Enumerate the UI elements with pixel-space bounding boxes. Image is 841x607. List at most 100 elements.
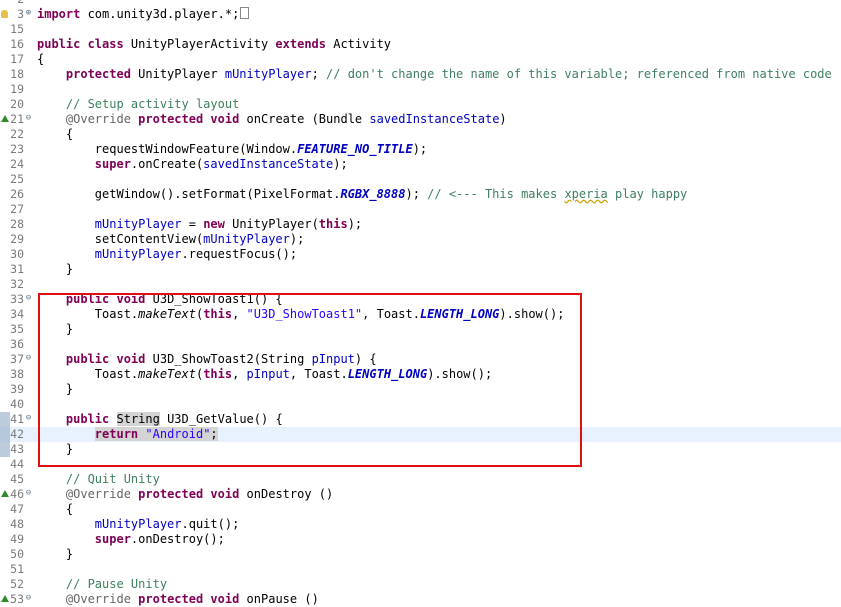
code-line[interactable]: 23 requestWindowFeature(Window.FEATURE_N… (0, 142, 841, 157)
code-token: Activity (326, 37, 392, 51)
code-token: = (181, 217, 204, 231)
code-token: U3D_ShowToast2(String (145, 352, 312, 366)
code-token: @Override (65, 112, 131, 126)
code-text[interactable]: Toast.makeText(this, pInput, Toast.LENGT… (37, 367, 492, 382)
code-line[interactable]: 25 (0, 172, 841, 187)
code-text[interactable]: } (37, 262, 73, 277)
code-line[interactable]: 35 } (0, 322, 841, 337)
code-token: , Toast. (289, 367, 348, 381)
code-line[interactable]: 38 Toast.makeText(this, pInput, Toast.LE… (0, 367, 841, 382)
code-text[interactable]: requestWindowFeature(Window.FEATURE_NO_T… (37, 142, 427, 157)
line-number: 32 (10, 277, 24, 291)
code-token: UnityPlayer (130, 67, 225, 81)
fold-collapse-icon[interactable]: ⊖ (24, 354, 33, 363)
code-line[interactable]: 37 ⊖ public void U3D_ShowToast2(String pI… (0, 352, 841, 367)
code-line[interactable]: 51 (0, 562, 841, 577)
code-text[interactable]: } (37, 382, 73, 397)
fold-collapse-icon[interactable]: ⊖ (24, 114, 33, 123)
line-number: 38 (10, 367, 24, 381)
code-text[interactable]: { (37, 502, 73, 517)
code-line[interactable]: 42 return "Android"; (0, 427, 841, 442)
code-line[interactable]: 17 { (0, 52, 841, 67)
code-text[interactable]: // Pause Unity (37, 577, 167, 592)
code-line[interactable]: 47 { (0, 502, 841, 517)
code-text[interactable]: @Override protected void onPause () (37, 592, 319, 607)
code-text[interactable]: Toast.makeText(this, "U3D_ShowToast1", T… (37, 307, 565, 322)
code-text[interactable]: public class UnityPlayerActivity extends… (37, 37, 391, 52)
code-line[interactable]: 41 ⊖ public String U3D_GetValue() { (0, 412, 841, 427)
fold-collapse-icon[interactable]: ⊖ (24, 294, 33, 303)
code-line[interactable]: 46 ⊖ @Override protected void onDestroy (… (0, 487, 841, 502)
code-text[interactable]: import com.unity3d.player.*; (37, 7, 250, 22)
code-token: onPause () (239, 592, 319, 606)
code-token: } (37, 322, 74, 336)
code-text[interactable]: super.onCreate(savedInstanceState); (37, 157, 348, 172)
code-text[interactable]: public void U3D_ShowToast1() { (37, 292, 283, 307)
code-token: , Toast. (362, 307, 420, 321)
code-line[interactable]: 15 (0, 22, 841, 37)
line-number: 43 (10, 442, 24, 456)
fold-collapse-icon[interactable]: ⊖ (24, 489, 33, 498)
code-text[interactable]: super.onDestroy(); (37, 532, 225, 547)
collapsed-imports-box[interactable] (240, 7, 250, 19)
code-line[interactable]: 45 // Quit Unity (0, 472, 841, 487)
code-line[interactable]: 22 { (0, 127, 841, 142)
code-line[interactable]: 53 ⊖ @Override protected void onPause () (0, 592, 841, 607)
code-line[interactable]: 24 super.onCreate(savedInstanceState); (0, 157, 841, 172)
code-line[interactable]: 44 (0, 457, 841, 472)
code-text[interactable]: // Quit Unity (37, 472, 160, 487)
code-text[interactable]: getWindow().setFormat(PixelFormat.RGBX_8… (37, 187, 687, 202)
code-text[interactable]: setContentView(mUnityPlayer); (37, 232, 305, 247)
code-line[interactable]: 40 (0, 397, 841, 412)
code-line[interactable]: 20 // Setup activity layout (0, 97, 841, 112)
code-text[interactable]: mUnityPlayer = new UnityPlayer(this); (37, 217, 362, 232)
code-line[interactable]: 26 getWindow().setFormat(PixelFormat.RGB… (0, 187, 841, 202)
code-line[interactable]: 48 mUnityPlayer.quit(); (0, 517, 841, 532)
code-text[interactable]: protected UnityPlayer mUnityPlayer; // d… (37, 67, 832, 82)
code-line[interactable]: 50 } (0, 547, 841, 562)
code-line[interactable]: 34 Toast.makeText(this, "U3D_ShowToast1"… (0, 307, 841, 322)
code-line[interactable]: 49 super.onDestroy(); (0, 532, 841, 547)
code-line[interactable]: 28 mUnityPlayer = new UnityPlayer(this); (0, 217, 841, 232)
code-text[interactable]: } (37, 322, 73, 337)
code-line[interactable]: 31 } (0, 262, 841, 277)
code-line[interactable]: 52 // Pause Unity (0, 577, 841, 592)
code-token: .onDestroy(); (130, 532, 225, 546)
code-token: , (232, 367, 247, 381)
code-text[interactable]: { (37, 52, 44, 67)
code-text[interactable]: { (37, 127, 73, 142)
code-line[interactable]: 2 (0, 0, 841, 7)
code-text[interactable]: } (37, 442, 73, 457)
code-line[interactable]: 33 ⊖ public void U3D_ShowToast1() { (0, 292, 841, 307)
code-text[interactable]: // Setup activity layout (37, 97, 239, 112)
code-editor[interactable]: 23⊕import com.unity3d.player.*;1516publi… (0, 0, 841, 606)
code-line[interactable]: 30 mUnityPlayer.requestFocus(); (0, 247, 841, 262)
code-text[interactable]: mUnityPlayer.quit(); (37, 517, 240, 532)
code-text[interactable]: return "Android"; (37, 427, 218, 442)
code-line[interactable]: 27 (0, 202, 841, 217)
code-line[interactable]: 19 (0, 82, 841, 97)
code-line[interactable]: 29 setContentView(mUnityPlayer); (0, 232, 841, 247)
code-line[interactable]: 16 public class UnityPlayerActivity exten… (0, 37, 841, 52)
code-token: // <--- This makes (427, 187, 565, 201)
code-line[interactable]: 21 ⊖ @Override protected void onCreate (B… (0, 112, 841, 127)
fold-collapse-icon[interactable]: ⊖ (24, 414, 33, 423)
code-text[interactable]: mUnityPlayer.requestFocus(); (37, 247, 297, 262)
code-line[interactable]: 43 } (0, 442, 841, 457)
code-line[interactable]: 32 (0, 277, 841, 292)
code-text[interactable]: public void U3D_ShowToast2(String pInput… (37, 352, 377, 367)
code-token: ; (210, 427, 218, 441)
code-text[interactable]: public String U3D_GetValue() { (37, 412, 283, 427)
code-line[interactable]: 3 ⊕ import com.unity3d.player.*; (0, 7, 841, 22)
code-text[interactable]: } (37, 547, 73, 562)
code-text[interactable]: @Override protected void onCreate (Bundl… (37, 112, 507, 127)
code-token: new (203, 217, 225, 231)
code-line[interactable]: 18 protected UnityPlayer mUnityPlayer; /… (0, 67, 841, 82)
code-token: "Android" (145, 427, 211, 441)
code-line[interactable]: 36 (0, 337, 841, 352)
code-line[interactable]: 39 } (0, 382, 841, 397)
code-text[interactable]: @Override protected void onDestroy () (37, 487, 333, 502)
code-token: extends (275, 37, 326, 51)
fold-expand-icon[interactable]: ⊕ (24, 9, 33, 18)
